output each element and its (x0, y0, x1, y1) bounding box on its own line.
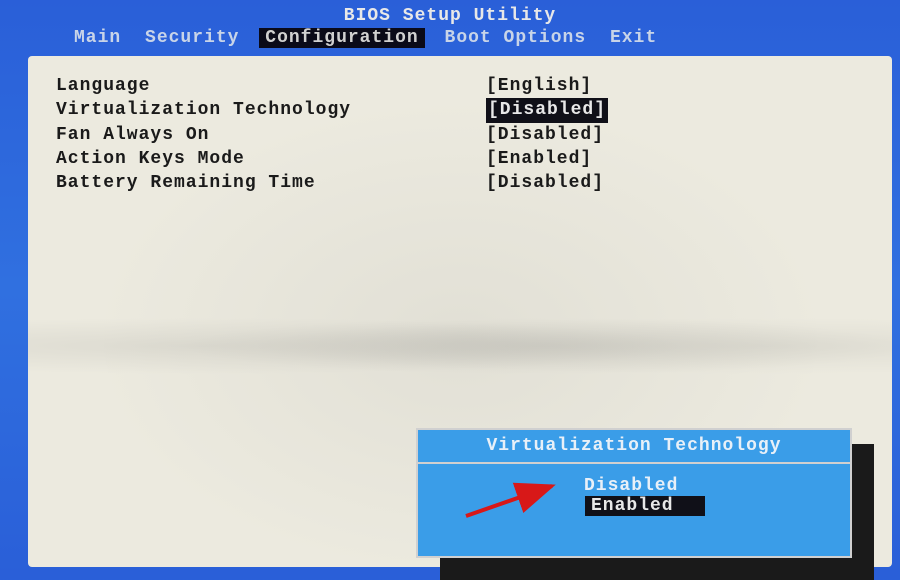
screen-smudge (28, 306, 892, 386)
settings-panel: Language [English] Virtualization Techno… (28, 56, 892, 567)
setting-label: Virtualization Technology (56, 98, 486, 122)
menu-item-boot-options[interactable]: Boot Options (441, 28, 591, 48)
menu-item-main[interactable]: Main (70, 28, 125, 48)
setting-row-fan[interactable]: Fan Always On [Disabled] (56, 123, 864, 147)
popup-option-disabled[interactable]: Disabled (554, 476, 714, 496)
menu-item-configuration[interactable]: Configuration (259, 28, 424, 48)
setting-label: Language (56, 74, 486, 98)
setting-value: [Disabled] (486, 123, 604, 147)
popup-option-enabled[interactable]: Enabled (585, 496, 705, 516)
menu-item-exit[interactable]: Exit (606, 28, 661, 48)
setting-row-battery-time[interactable]: Battery Remaining Time [Disabled] (56, 171, 864, 195)
bios-header: BIOS Setup Utility (0, 0, 900, 26)
setting-value: [Enabled] (486, 147, 592, 171)
setting-label: Action Keys Mode (56, 147, 486, 171)
setting-label: Fan Always On (56, 123, 486, 147)
popup-virtualization: Virtualization Technology Disabled Enabl… (416, 428, 852, 558)
popup-options: Disabled Enabled (418, 464, 850, 516)
setting-row-language[interactable]: Language [English] (56, 74, 864, 98)
setting-label: Battery Remaining Time (56, 171, 486, 195)
setting-value: [English] (486, 74, 592, 98)
setting-value: [Disabled] (486, 171, 604, 195)
menu-bar: Main Security Configuration Boot Options… (0, 26, 900, 54)
menu-item-security[interactable]: Security (141, 28, 243, 48)
setting-row-virtualization[interactable]: Virtualization Technology [Disabled] (56, 98, 864, 122)
setting-row-action-keys[interactable]: Action Keys Mode [Enabled] (56, 147, 864, 171)
setting-value: [Disabled] (486, 98, 608, 122)
bios-title: BIOS Setup Utility (344, 6, 556, 26)
popup-title: Virtualization Technology (418, 430, 850, 464)
